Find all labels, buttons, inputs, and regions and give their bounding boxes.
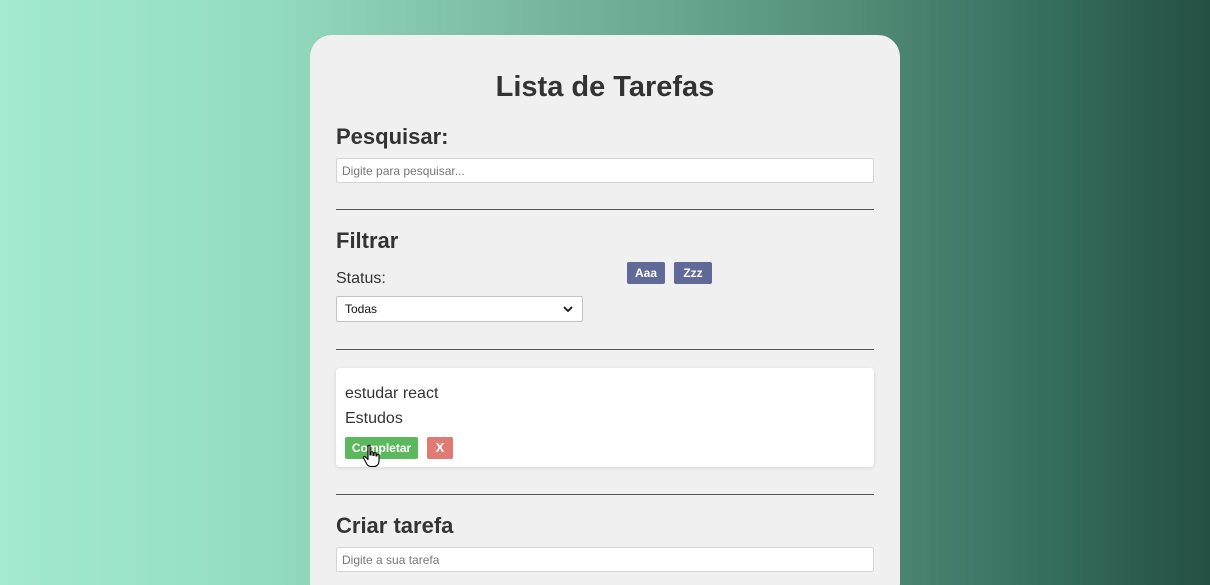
hand-pointer-icon: [362, 444, 380, 468]
todo-category: Estudos: [345, 410, 403, 427]
remove-button[interactable]: X: [427, 437, 453, 459]
search-input[interactable]: [336, 158, 874, 183]
complete-button[interactable]: Completar: [345, 437, 418, 459]
divider: [336, 349, 874, 350]
sort-asc-button[interactable]: Aaa: [627, 262, 665, 284]
create-heading: Criar tarefa: [336, 513, 454, 538]
filter-heading: Filtrar: [336, 228, 399, 253]
divider: [336, 494, 874, 495]
status-select[interactable]: Todas: [336, 296, 583, 322]
new-task-input[interactable]: [336, 547, 874, 572]
chevron-down-icon: [562, 303, 574, 315]
status-select-value: Todas: [345, 302, 378, 316]
status-label: Status:: [336, 270, 386, 287]
page-title: Lista de Tarefas: [495, 71, 715, 103]
todo-text: estudar react: [345, 385, 439, 402]
search-heading: Pesquisar:: [336, 124, 449, 149]
divider: [336, 209, 874, 210]
sort-desc-button[interactable]: Zzz: [674, 262, 712, 284]
